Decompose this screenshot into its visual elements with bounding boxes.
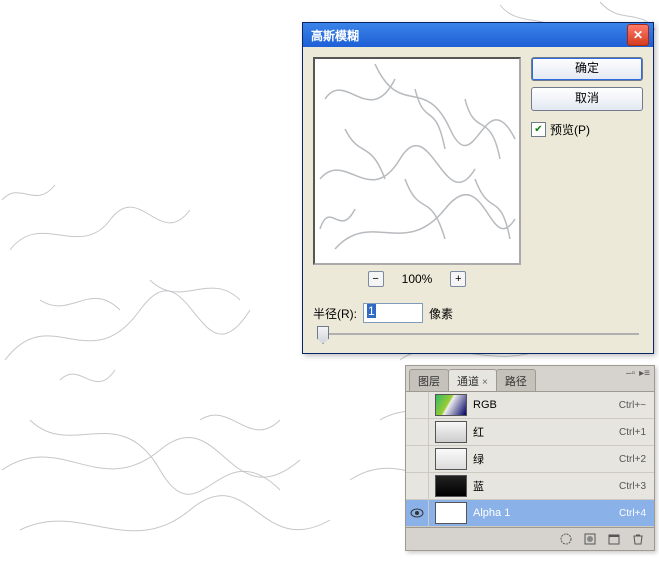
channel-row-green[interactable]: 绿Ctrl+2 (406, 446, 654, 473)
channels-panel: –▫ ▸≡ 图层通道×路径 RGBCtrl+~红Ctrl+1绿Ctrl+2蓝Ct… (405, 365, 655, 551)
visibility-toggle[interactable] (406, 446, 429, 472)
tab-0[interactable]: 图层 (409, 369, 449, 391)
channel-thumbnail (435, 394, 467, 416)
channel-name: 蓝 (473, 478, 619, 494)
zoom-level: 100% (402, 272, 433, 286)
ok-button[interactable]: 确定 (531, 57, 643, 81)
channel-name: 绿 (473, 451, 619, 467)
channel-shortcut: Ctrl+3 (619, 481, 646, 492)
dialog-title: 高斯模糊 (311, 27, 359, 44)
new-channel-icon[interactable] (606, 531, 622, 547)
zoom-in-button[interactable]: + (450, 271, 466, 287)
channel-name: 红 (473, 424, 619, 440)
zoom-controls: − 100% + (313, 271, 521, 287)
visibility-toggle[interactable] (406, 473, 429, 499)
radius-label: 半径(R): (313, 305, 357, 322)
preview-label: 预览(P) (550, 121, 590, 138)
channel-thumbnail (435, 448, 467, 470)
zoom-out-button[interactable]: − (368, 271, 384, 287)
visibility-toggle[interactable] (406, 419, 429, 445)
channel-thumbnail (435, 475, 467, 497)
channel-shortcut: Ctrl+2 (619, 454, 646, 465)
channel-shortcut: Ctrl+~ (619, 400, 646, 411)
preview-checkbox[interactable]: ✔ (531, 122, 546, 137)
channel-thumbnail (435, 502, 467, 524)
load-selection-icon[interactable] (558, 531, 574, 547)
visibility-toggle[interactable] (406, 500, 429, 526)
channel-row-rgb[interactable]: RGBCtrl+~ (406, 392, 654, 419)
cancel-button[interactable]: 取消 (531, 87, 643, 111)
radius-input[interactable]: 1 (363, 303, 423, 323)
panel-tabs: 图层通道×路径 (406, 366, 654, 391)
panel-menu-icon[interactable]: ▸≡ (639, 368, 650, 379)
delete-channel-icon[interactable] (630, 531, 646, 547)
radius-slider[interactable] (303, 325, 653, 353)
channel-thumbnail (435, 421, 467, 443)
channel-name: Alpha 1 (473, 507, 619, 519)
channel-name: RGB (473, 399, 619, 411)
tab-1[interactable]: 通道× (448, 369, 497, 391)
gaussian-blur-dialog: 高斯模糊 ✕ (302, 22, 654, 354)
visibility-toggle[interactable] (406, 392, 429, 418)
channel-shortcut: Ctrl+1 (619, 427, 646, 438)
save-selection-icon[interactable] (582, 531, 598, 547)
tab-2[interactable]: 路径 (496, 369, 536, 391)
preview-image[interactable] (313, 57, 521, 265)
channel-row-alpha[interactable]: Alpha 1Ctrl+4 (406, 500, 654, 527)
dialog-titlebar[interactable]: 高斯模糊 ✕ (303, 23, 653, 47)
tab-close-icon[interactable]: × (482, 377, 488, 388)
channel-row-red[interactable]: 红Ctrl+1 (406, 419, 654, 446)
close-button[interactable]: ✕ (627, 24, 649, 46)
radius-unit: 像素 (429, 305, 453, 322)
channel-list: RGBCtrl+~红Ctrl+1绿Ctrl+2蓝Ctrl+3Alpha 1Ctr… (406, 391, 654, 527)
panel-minimize-icon[interactable]: –▫ (626, 368, 635, 379)
channel-shortcut: Ctrl+4 (619, 508, 646, 519)
channel-row-blue[interactable]: 蓝Ctrl+3 (406, 473, 654, 500)
